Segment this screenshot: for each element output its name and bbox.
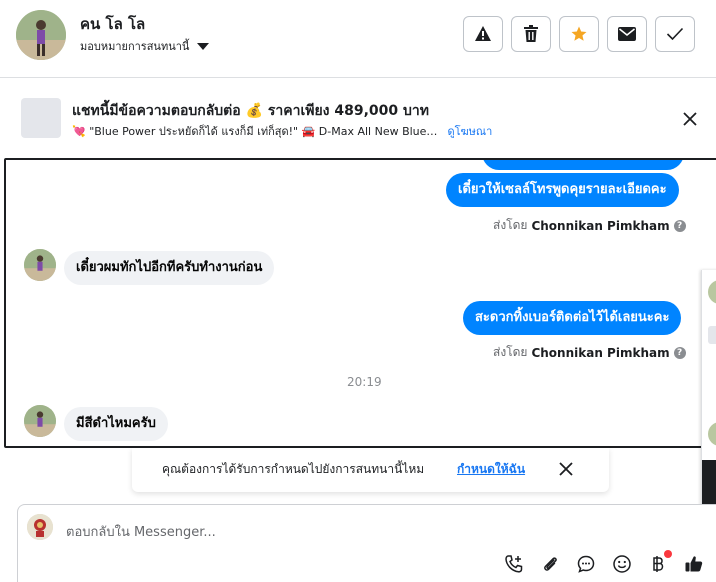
message-thread[interactable]: เดี๋ยวให้เซลล์โทรพูดคุยรายละเอียดคะ ส่งโ… [4, 158, 716, 448]
caret-down-icon [197, 42, 210, 50]
panel-thumbnail [708, 326, 716, 344]
assign-label: มอบหมายการสนทนานี้ [80, 40, 190, 53]
conversation-header: คน โล โล มอบหมายการสนทนานี้ [0, 0, 716, 78]
ad-thumbnail [21, 98, 61, 138]
star-icon [571, 26, 587, 41]
paperclip-icon [544, 557, 557, 571]
emoji-button[interactable] [610, 552, 634, 576]
time-separator: 20:19 [347, 375, 382, 389]
assign-prompt-text: คุณต้องการได้รับการกำหนดไปยังการสนทนานี้… [162, 462, 425, 476]
smiley-icon [613, 555, 631, 573]
ad-subtitle: 💘 "Blue Power ประหยัดก็ได้ แรงก็มี เท่ก็… [72, 122, 492, 140]
contact-avatar-small [24, 405, 56, 437]
avatar [708, 280, 716, 304]
outgoing-message: สะดวกทิ้งเบอร์ติดต่อไว้ได้เลยนะคะ [463, 301, 682, 335]
ad-context-banner: แชทนี้มีข้อความตอบกลับต่อ 💰 ราคาเพียง 48… [0, 79, 716, 157]
attach-button[interactable] [538, 552, 562, 576]
assign-to-me-link[interactable]: กำหนดให้ฉัน [457, 460, 525, 479]
mark-unread-button[interactable] [607, 16, 647, 52]
agent-name: Chonnikan Pimkham [531, 218, 670, 233]
contact-name: คน โล โล [80, 15, 146, 33]
delete-button[interactable] [511, 16, 551, 52]
help-icon[interactable]: ? [673, 219, 686, 232]
view-ad-link[interactable]: ดูโฆษณา [447, 122, 492, 140]
assign-conversation-dropdown[interactable]: มอบหมายการสนทนานี้ [80, 37, 210, 55]
close-icon[interactable] [681, 110, 699, 128]
payment-button[interactable] [646, 550, 672, 576]
contact-avatar[interactable] [16, 10, 66, 60]
trash-icon [524, 25, 538, 42]
incoming-message: มีสีดำไหมครับ [64, 407, 168, 441]
ad-subtitle-text: 💘 "Blue Power ประหยัดก็ได้ แรงก็มี เท่ก็… [72, 125, 438, 138]
close-icon[interactable] [559, 462, 573, 476]
envelope-icon [618, 27, 636, 41]
like-button[interactable] [682, 552, 706, 576]
assign-prompt: คุณต้องการได้รับการกำหนดไปยังการสนทนานี้… [132, 448, 609, 492]
page-avatar [27, 514, 53, 540]
reply-input[interactable]: ตอบกลับใน Messenger... [66, 521, 216, 542]
header-actions [463, 16, 695, 52]
sent-by-prefix: ส่งโดย [493, 345, 528, 359]
notification-dot [664, 550, 672, 558]
thumbs-up-icon [685, 556, 703, 572]
sent-by-label: ส่งโดย Chonnikan Pimkham ? [493, 216, 686, 235]
sent-by-label: ส่งโดย Chonnikan Pimkham ? [493, 343, 686, 362]
mark-done-button[interactable] [655, 16, 695, 52]
avatar [708, 422, 716, 446]
star-button[interactable] [559, 16, 599, 52]
sent-by-prefix: ส่งโดย [493, 218, 528, 232]
saved-replies-button[interactable] [574, 552, 598, 576]
outgoing-message: เดี๋ยวให้เซลล์โทรพูดคุยรายละเอียดคะ [446, 173, 679, 207]
ad-title: แชทนี้มีข้อความตอบกลับต่อ 💰 ราคาเพียง 48… [72, 103, 430, 119]
message-composer: ตอบกลับใน Messenger... [17, 504, 716, 582]
help-icon[interactable]: ? [673, 346, 686, 359]
warning-icon [475, 26, 491, 41]
phone-add-icon [505, 555, 523, 573]
message-bubble-partial [482, 160, 684, 170]
call-button[interactable] [502, 552, 526, 576]
agent-name: Chonnikan Pimkham [531, 345, 670, 360]
chat-bubble-icon [577, 555, 595, 573]
contact-avatar-small [24, 249, 56, 281]
report-spam-button[interactable] [463, 16, 503, 52]
check-icon [666, 27, 684, 41]
composer-toolbar [502, 550, 706, 576]
incoming-message: เดี๋ยวผมทักไปอีกทีครับทำงานก่อน [64, 251, 275, 285]
